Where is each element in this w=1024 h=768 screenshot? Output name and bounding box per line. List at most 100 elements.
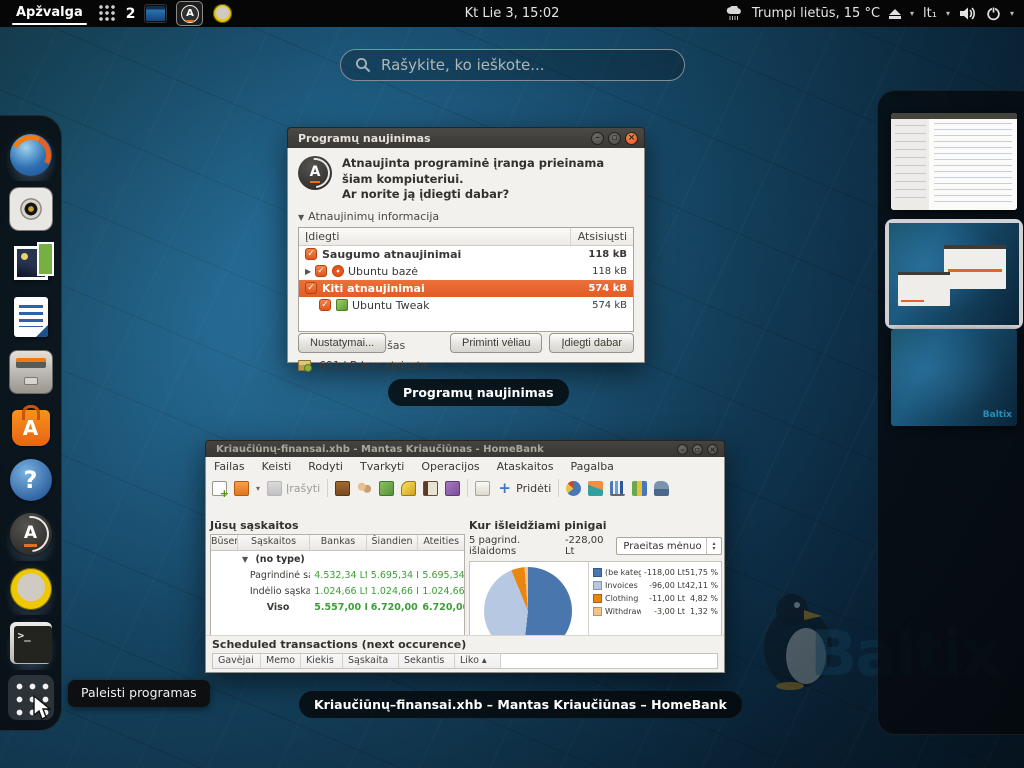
settings-button[interactable]: Nustatymai... xyxy=(298,333,386,353)
group-expander-icon[interactable]: ▼ xyxy=(242,555,248,564)
ubuntu-logo-icon xyxy=(332,265,344,277)
baltix-tray-icon[interactable] xyxy=(213,4,232,23)
workspace-thumbnail-2-active[interactable] xyxy=(885,219,1023,329)
add-transaction-icon[interactable]: + xyxy=(497,481,512,496)
updater-titlebar[interactable]: Programų naujinimas – ▫ × xyxy=(287,127,645,148)
scheduled-table-header[interactable]: Gavėjai Memo Kiekis Sąskaita Sekantis Li… xyxy=(212,653,718,669)
dock-item-help[interactable]: ? xyxy=(8,458,54,503)
power-icon[interactable] xyxy=(986,6,1001,21)
maximize-button[interactable]: ▫ xyxy=(692,444,703,455)
vehicle-cost-icon[interactable] xyxy=(654,481,669,496)
menu-file[interactable]: Failas xyxy=(214,460,245,473)
statistics-pie-icon[interactable] xyxy=(566,481,581,496)
dock-item-software-center[interactable]: A xyxy=(8,403,54,448)
assignments-icon[interactable] xyxy=(401,481,416,496)
software-updater-window[interactable]: Programų naujinimas – ▫ × A Atnaujinta p… xyxy=(287,127,645,363)
checkbox-checked-icon[interactable]: ✓ xyxy=(305,282,317,294)
rhythmbox-icon xyxy=(10,188,52,230)
remind-later-button[interactable]: Priminti vėliau xyxy=(450,333,542,353)
minimize-button[interactable]: – xyxy=(591,132,604,145)
new-file-icon[interactable] xyxy=(212,481,227,496)
ubuntu-tweak-icon xyxy=(336,299,348,311)
keyboard-caret-icon[interactable]: ▾ xyxy=(946,9,950,18)
toolbar: ▾ Įrašyti + Pridėti xyxy=(206,475,724,501)
close-button[interactable]: × xyxy=(707,444,718,455)
menu-view[interactable]: Rodyti xyxy=(308,460,343,473)
open-file-icon[interactable] xyxy=(234,481,249,496)
accounts-table-header[interactable]: Būsena Sąskaitos Bankas Šiandien Ateitie… xyxy=(211,535,464,551)
update-row-other-selected[interactable]: ✓ Kiti atnaujinimai 574 kB xyxy=(299,280,633,297)
balance-report-icon[interactable] xyxy=(610,481,625,496)
software-updater-icon: A xyxy=(10,513,52,555)
apps-grid-icon[interactable] xyxy=(99,5,116,22)
menu-reports[interactable]: Ataskaitos xyxy=(497,460,554,473)
dock-item-shotwell[interactable] xyxy=(8,241,54,286)
add-transaction-label[interactable]: Pridėti xyxy=(516,482,551,495)
maximize-button[interactable]: ▫ xyxy=(608,132,621,145)
dock-item-rhythmbox[interactable] xyxy=(8,186,54,231)
menu-transactions[interactable]: Operacijos xyxy=(421,460,479,473)
dock-item-writer[interactable] xyxy=(8,295,54,340)
clock[interactable]: Kt Lie 3, 15:02 xyxy=(465,6,560,21)
dock-item-files[interactable] xyxy=(8,349,54,394)
update-row-ubuntu-base[interactable]: ▶ ✓ Ubuntu bazė 118 kB xyxy=(299,263,633,280)
volume-icon[interactable] xyxy=(959,6,977,21)
account-total-row[interactable]: Viso 5.557,00 Lt 6.720,00 Lt 6.720,00 Lt xyxy=(211,599,464,615)
update-row-ubuntu-tweak[interactable]: ✓ Ubuntu Tweak 574 kB xyxy=(299,297,633,314)
activities-button[interactable]: Apžvalga xyxy=(10,1,89,26)
dock-item-software-updater[interactable]: A xyxy=(8,512,54,557)
workspace-thumbnail-1[interactable] xyxy=(891,113,1017,210)
search-input[interactable]: Rašykite, ko ieškote... xyxy=(340,49,685,81)
eject-icon[interactable] xyxy=(889,8,901,19)
open-caret-icon[interactable]: ▾ xyxy=(256,484,260,493)
baltix-icon xyxy=(10,568,52,610)
preferences-icon[interactable] xyxy=(445,481,460,496)
homebank-window[interactable]: Kriaučiūnų-finansai.xhb - Mantas Kriauči… xyxy=(205,440,725,673)
eject-caret-icon[interactable]: ▾ xyxy=(910,9,914,18)
column-install[interactable]: Įdiegti xyxy=(299,228,571,245)
trend-time-icon[interactable] xyxy=(588,481,603,496)
weather-showers-icon xyxy=(726,6,743,21)
weather-label[interactable]: Trumpi lietūs, 15 °C xyxy=(752,6,880,21)
account-row[interactable]: Indėlio sąskaita 1.024,66 Lt 1.024,66 Lt… xyxy=(211,583,464,599)
workspace-thumbnail-3[interactable]: Baltix xyxy=(891,329,1017,426)
accounts-icon[interactable] xyxy=(335,481,350,496)
keyboard-layout-indicator[interactable]: lt₁ xyxy=(923,6,937,21)
categories-icon[interactable] xyxy=(379,481,394,496)
updates-list[interactable]: Įdiegti Atsisiųsti ✓ Saugumo atnaujinima… xyxy=(298,227,634,332)
menu-help[interactable]: Pagalba xyxy=(571,460,614,473)
save-icon[interactable] xyxy=(267,481,282,496)
close-button[interactable]: × xyxy=(625,132,638,145)
budget-icon[interactable] xyxy=(423,481,438,496)
window-list-icon[interactable] xyxy=(145,5,166,22)
legend-row: (be kategorijos) -118,00 Lt 51,75 % xyxy=(593,566,718,579)
ledger-icon[interactable] xyxy=(475,481,490,496)
accounts-table[interactable]: Būsena Sąskaitos Bankas Šiandien Ateitie… xyxy=(210,534,465,645)
save-label[interactable]: Įrašyti xyxy=(286,482,320,495)
homebank-titlebar[interactable]: Kriaučiūnų-finansai.xhb - Mantas Kriauči… xyxy=(205,440,725,457)
minimize-button[interactable]: – xyxy=(677,444,688,455)
payees-icon[interactable] xyxy=(357,481,372,496)
account-row[interactable]: Pagrindinė sąska 4.532,34 Lt 5.695,34 Lt… xyxy=(211,567,464,583)
power-caret-icon[interactable]: ▾ xyxy=(1010,9,1014,18)
dock-item-terminal[interactable] xyxy=(8,620,54,665)
updates-info-expander[interactable]: ▼Atnaujinimų informacija xyxy=(298,210,634,223)
menu-edit[interactable]: Keisti xyxy=(262,460,292,473)
checkbox-checked-icon[interactable]: ✓ xyxy=(319,299,331,311)
spinner-arrows-icon[interactable]: ▴▾ xyxy=(706,538,721,554)
menu-manage[interactable]: Tvarkyti xyxy=(360,460,404,473)
budget-report-icon[interactable] xyxy=(632,481,647,496)
column-download[interactable]: Atsisiųsti xyxy=(571,228,633,245)
checkbox-checked-icon[interactable]: ✓ xyxy=(305,248,317,260)
expand-row-icon[interactable]: ▶ xyxy=(305,267,315,276)
checkbox-checked-icon[interactable]: ✓ xyxy=(315,265,327,277)
update-row-security[interactable]: ✓ Saugumo atnaujinimai 118 kB xyxy=(299,246,633,263)
dock-item-baltix[interactable] xyxy=(8,566,54,611)
dock-item-firefox[interactable] xyxy=(8,132,54,177)
thumbnail-updater-window xyxy=(944,245,1006,289)
updates-list-header[interactable]: Įdiegti Atsisiųsti xyxy=(299,228,633,246)
install-now-button[interactable]: Įdiegti dabar xyxy=(549,333,634,353)
account-group-row[interactable]: ▼ (no type) xyxy=(211,551,464,567)
software-updater-tray-icon[interactable]: A xyxy=(176,1,203,26)
period-selector[interactable]: Praeitas mėnuo ▴▾ xyxy=(616,537,722,555)
